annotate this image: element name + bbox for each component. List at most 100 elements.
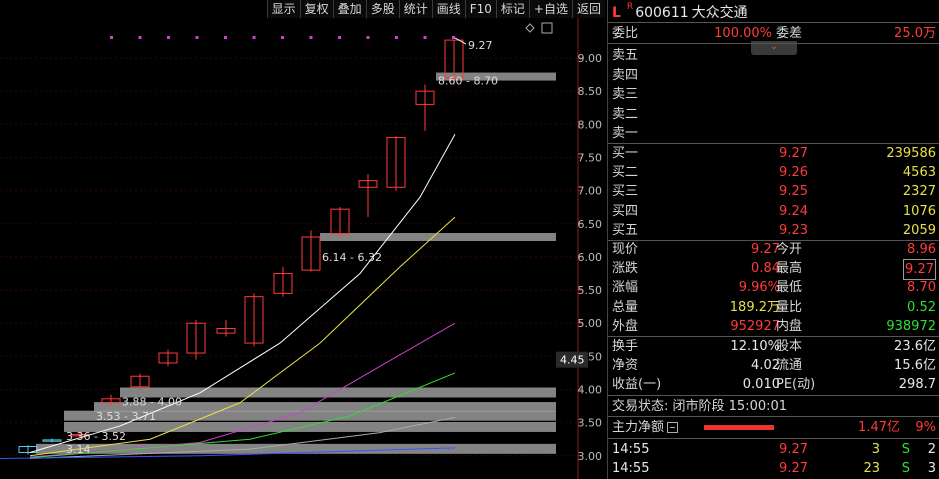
fund-value: 15.6亿	[894, 358, 936, 374]
toolbar-button-3[interactable]: 多股	[365, 0, 399, 18]
stat-value: 9.96%	[738, 280, 780, 296]
signal-dot	[224, 36, 227, 39]
volume-profile-bar	[120, 387, 556, 398]
sell-row[interactable]: 卖四	[608, 66, 939, 85]
tick-count: 3	[927, 461, 936, 476]
weibi-label: 委比	[612, 26, 639, 41]
stat-label: 量比	[776, 299, 803, 315]
fund-value: 23.6亿	[894, 339, 936, 354]
stock-code: 600611	[635, 5, 689, 21]
minus-icon[interactable]	[667, 422, 679, 433]
toolbar-button-2[interactable]: 叠加	[332, 0, 366, 18]
stat-value: 9.27	[903, 259, 936, 281]
toolbar-button-6[interactable]: F10	[464, 0, 496, 18]
market-flag: L	[612, 5, 621, 21]
buy-row[interactable]: 买五 9.23 2059	[608, 221, 939, 240]
range-label: 3.88 - 4.00	[122, 395, 182, 408]
divider	[608, 416, 939, 417]
high-price-arrow	[454, 37, 467, 45]
sell-row[interactable]: 卖二	[608, 105, 939, 124]
stat-label: 最高	[776, 261, 803, 277]
tick-price: 9.27	[779, 442, 808, 457]
sell-row[interactable]: 卖五	[608, 46, 939, 65]
toolbar-button-9[interactable]: 返回	[571, 0, 605, 18]
main-flow-bar	[704, 425, 774, 430]
buy-price: 9.27	[779, 146, 808, 161]
price-tick-label: 7.50	[578, 151, 603, 164]
range-label: 8.60 - 8.70	[438, 75, 498, 88]
trade-status: 交易状态: 闭市阶段 15:00:01	[612, 399, 788, 414]
signal-dot	[338, 36, 341, 39]
toolbar-button-0[interactable]: 显示	[266, 0, 300, 18]
buy-row[interactable]: 买四 9.24 1076	[608, 202, 939, 221]
toolbar-button-4[interactable]: 统计	[398, 0, 432, 18]
buy-row[interactable]: 买二 9.26 4563	[608, 163, 939, 182]
price-tick-label: 6.50	[578, 218, 603, 231]
buy-label: 买五	[612, 222, 639, 238]
fund-label: 换手	[612, 339, 639, 354]
buy-row[interactable]: 买三 9.25 2327	[608, 182, 939, 201]
main-flow-label: 主力净额	[612, 420, 665, 435]
quote-panel: L R 600611 大众交通 委比 100.00% 委差 25.0万 ⌄ 卖五 卖四卖…	[607, 0, 939, 479]
price-tick-label: 8.00	[578, 118, 603, 131]
divider	[608, 43, 939, 44]
tick-count: 2	[927, 442, 936, 457]
fund-value: 12.10%	[730, 339, 780, 354]
toolbar-button-1[interactable]: 复权	[299, 0, 333, 18]
signal-dot	[281, 36, 284, 39]
buy-price: 9.24	[779, 203, 808, 219]
price-tick-label: 5.50	[578, 284, 603, 297]
volume-profile-bar	[64, 421, 556, 432]
fund-value: 0.010	[742, 377, 780, 393]
buy-volume: 2327	[902, 184, 936, 200]
price-tick-label: 4.00	[578, 384, 603, 397]
price-tick-label: 8.50	[578, 85, 603, 98]
sell-row[interactable]: 卖三	[608, 85, 939, 104]
tick-time: 14:55	[612, 442, 650, 457]
buy-volume: 1076	[902, 203, 936, 219]
kline-chart[interactable]: 9.00 8.50 8.00 7.50 7.00 6.50 6.00 5.50 5.00 4.50…	[0, 0, 605, 479]
stat-label: 最低	[776, 280, 803, 296]
signal-dot	[252, 36, 256, 39]
signal-dot	[110, 36, 113, 39]
range-label: 3.14	[66, 443, 91, 456]
stat-value: 0.52	[907, 299, 936, 315]
stat-label: 涨跌	[612, 261, 639, 277]
range-label: 6.14 - 6.32	[322, 251, 382, 264]
signal-dot	[395, 36, 398, 39]
tick-row[interactable]: 14:55 9.27 23 S 3	[608, 459, 939, 478]
main-flow-pct: 9%	[915, 420, 936, 435]
toolbar-button-5[interactable]: 画线	[431, 0, 465, 18]
sell-label: 卖一	[612, 126, 639, 141]
stat-row: 现价 9.27 今开 8.96	[608, 240, 939, 259]
signal-dot	[167, 36, 170, 39]
buy-label: 买一	[612, 146, 639, 161]
kline-svg[interactable]: 9.008.508.007.507.006.506.005.505.004.50…	[0, 0, 605, 479]
tick-row[interactable]: 14:55 9.27 3 S 2	[608, 440, 939, 459]
current-price-label: 4.45	[560, 354, 585, 367]
high-price-label: 9.27	[468, 39, 493, 52]
signal-dot	[195, 36, 199, 39]
stat-label: 今开	[776, 242, 803, 257]
fund-label: PE(动)	[776, 377, 816, 393]
buy-label: 买三	[612, 184, 639, 200]
range-label: 3.36 - 3.52	[66, 430, 126, 443]
fund-label: 股本	[776, 339, 803, 354]
stat-row: 涨跌 0.84 最高 9.27	[608, 259, 939, 281]
stat-label: 外盘	[612, 318, 639, 334]
signal-dot	[366, 36, 370, 39]
fund-label: 流通	[776, 358, 803, 374]
divider	[608, 395, 939, 396]
stock-name: 大众交通	[691, 5, 748, 21]
price-tick-label: 3.50	[578, 417, 603, 430]
sell-row[interactable]: 卖一	[608, 124, 939, 143]
sell-label: 卖五	[612, 48, 639, 63]
buy-row[interactable]: 买一 9.27 239586	[608, 144, 939, 163]
toolbar-button-7[interactable]: 标记	[495, 0, 529, 18]
stat-row: 外盘 952927 内盘 938972	[608, 317, 939, 336]
tick-volume: 23	[863, 461, 880, 476]
window-toggle-icon	[541, 22, 553, 34]
stat-label: 现价	[612, 242, 639, 257]
tick-side: S	[901, 442, 910, 457]
toolbar-button-8[interactable]: +自选	[528, 0, 572, 18]
